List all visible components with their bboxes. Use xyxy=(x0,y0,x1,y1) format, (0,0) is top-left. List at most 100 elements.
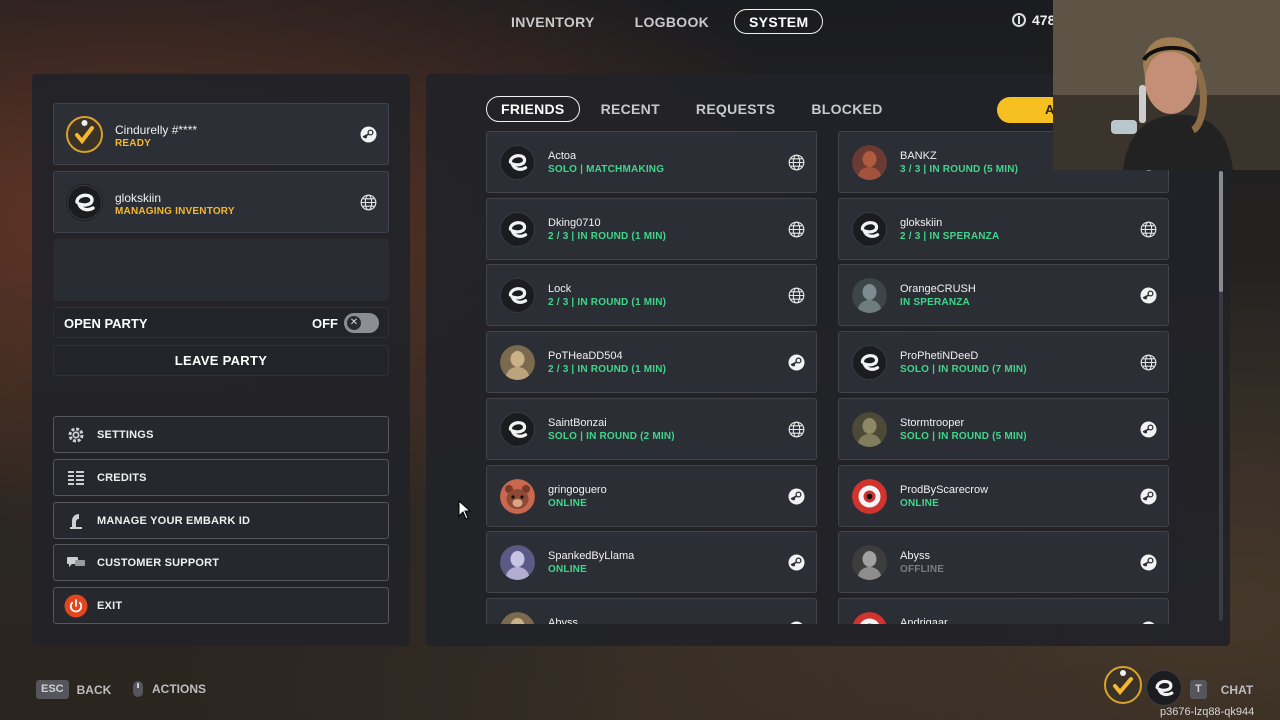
profile-photo-avatar xyxy=(852,411,887,447)
friend-name: PoTHeaDD504 xyxy=(548,350,623,363)
embark-logo-icon xyxy=(66,184,103,221)
tab-blocked[interactable]: BLOCKED xyxy=(796,96,897,122)
friends-list[interactable]: Actoa SOLO | MATCHMAKING BANKZ 3 / 3 | IN R… xyxy=(486,131,1176,624)
friend-name: Lock xyxy=(548,283,572,296)
member-status: READY xyxy=(115,138,152,149)
globe-icon xyxy=(1140,221,1157,238)
steam-icon xyxy=(1140,488,1157,504)
friend-status: OFFLINE xyxy=(900,564,945,576)
friend-name: Actoa xyxy=(548,150,577,162)
party-member-glokskiin[interactable]: glokskiin MANAGING INVENTORY xyxy=(53,171,389,233)
friends-tabs: FRIENDS RECENT REQUESTS BLOCKED xyxy=(486,96,898,122)
settings-button[interactable]: SETTINGS xyxy=(53,416,389,453)
friend-status: ONLINE xyxy=(900,497,939,509)
webcam-overlay xyxy=(1053,0,1280,170)
friend-name: Andrigaar xyxy=(900,616,948,624)
tab-logbook[interactable]: LOGBOOK xyxy=(620,9,724,34)
friend-card[interactable]: ProPhetiNDeeD SOLO | IN ROUND (7 MIN) xyxy=(838,331,1169,394)
bear-avatar-icon xyxy=(500,478,535,514)
t-key: T xyxy=(1190,680,1207,699)
friend-card[interactable]: Actoa SOLO | MATCHMAKING xyxy=(486,131,817,193)
self-avatar-bottom[interactable] xyxy=(1104,666,1142,704)
open-party-toggle[interactable]: ✕ xyxy=(344,313,379,333)
tab-recent[interactable]: RECENT xyxy=(586,96,675,122)
friend-card[interactable]: Lock 2 / 3 | IN ROUND (1 MIN) xyxy=(486,264,817,327)
profile-photo-avatar xyxy=(500,611,535,624)
friend-status: 3 / 3 | IN ROUND (5 MIN) xyxy=(900,164,1019,175)
friend-status: 2 / 3 | IN ROUND (1 MIN) xyxy=(548,230,667,242)
steam-icon xyxy=(1140,287,1157,304)
friend-name: ProdByScarecrow xyxy=(900,483,989,496)
friend-card[interactable]: glokskiin 2 / 3 | IN SPERANZA xyxy=(838,197,1169,260)
friend-card[interactable]: SaintBonzai SOLO | IN ROUND (2 MIN) xyxy=(486,397,817,460)
friend-card[interactable]: PoTHeaDD504 2 / 3 | IN ROUND (1 MIN) xyxy=(486,331,817,394)
steam-icon xyxy=(1140,421,1157,438)
friends-scrollbar[interactable] xyxy=(1219,171,1223,621)
friend-name: ProPhetiNDeeD xyxy=(900,350,979,363)
friend-card[interactable]: SpankedByLlama ONLINE xyxy=(486,531,817,594)
player-id: p3676-lzq88-qk944 xyxy=(1160,706,1255,718)
friend-card[interactable]: gringoguero ONLINE xyxy=(486,464,817,527)
friend-card[interactable]: Abyss xyxy=(486,597,817,624)
exit-label: EXIT xyxy=(97,600,123,612)
profile-photo-avatar xyxy=(852,545,887,581)
party-panel: Cindurelly #**** READY glokskiin MANAGIN… xyxy=(32,74,410,646)
leave-party-button[interactable]: LEAVE PARTY xyxy=(53,345,389,376)
friend-status: SOLO | IN ROUND (7 MIN) xyxy=(900,364,1027,376)
currency-value: 478 xyxy=(1032,12,1056,28)
power-icon xyxy=(64,594,88,618)
friend-card[interactable]: Dking0710 2 / 3 | IN ROUND (1 MIN) xyxy=(486,197,817,260)
close-icon: ✕ xyxy=(347,316,361,330)
party-member-avatar-bottom[interactable] xyxy=(1146,670,1182,706)
globe-icon xyxy=(788,421,805,438)
friend-card[interactable]: Abyss OFFLINE xyxy=(838,531,1169,594)
id-icon xyxy=(70,514,82,529)
member-status: MANAGING INVENTORY xyxy=(115,206,235,217)
steam-icon xyxy=(360,126,377,143)
embark-logo-icon xyxy=(852,345,887,381)
friend-name: BANKZ xyxy=(900,150,937,162)
globe-icon xyxy=(1140,354,1157,371)
back-hint[interactable]: ESC BACK xyxy=(36,680,111,699)
actions-label: ACTIONS xyxy=(152,682,206,696)
coin-icon xyxy=(1012,13,1026,27)
friend-card[interactable]: OrangeCRUSH IN SPERANZA xyxy=(838,264,1169,327)
friend-status: 2 / 3 | IN ROUND (1 MIN) xyxy=(548,364,667,376)
friend-status: SOLO | IN ROUND (2 MIN) xyxy=(548,430,675,442)
manage-embark-id-button[interactable]: MANAGE YOUR EMBARK ID xyxy=(53,502,389,539)
friend-card[interactable]: Stormtrooper SOLO | IN ROUND (5 MIN) xyxy=(838,397,1169,460)
chat-hint[interactable]: T CHAT xyxy=(1190,680,1253,699)
empty-party-slot[interactable] xyxy=(53,239,389,301)
customer-support-button[interactable]: CUSTOMER SUPPORT xyxy=(53,544,389,581)
streamer-silhouette-image xyxy=(1053,0,1280,170)
friend-status: 2 / 3 | IN SPERANZA xyxy=(900,230,1000,242)
back-label: BACK xyxy=(76,682,112,697)
globe-icon xyxy=(788,154,805,171)
friend-status: 2 / 3 | IN ROUND (1 MIN) xyxy=(548,297,667,309)
profile-photo-avatar xyxy=(852,278,887,314)
actions-hint[interactable]: ACTIONS xyxy=(132,680,206,698)
credits-label: CREDITS xyxy=(97,472,147,484)
manage-embark-id-label: MANAGE YOUR EMBARK ID xyxy=(97,515,251,527)
gear-icon xyxy=(68,427,84,443)
open-party-row: OPEN PARTY OFF ✕ xyxy=(53,307,389,338)
currency-display: 478 xyxy=(1012,12,1055,28)
embark-logo-icon xyxy=(500,278,535,314)
exit-button[interactable]: EXIT xyxy=(53,587,389,624)
checkmark-badge-icon xyxy=(1113,670,1133,696)
top-navigation: INVENTORY LOGBOOK SYSTEM xyxy=(496,9,824,34)
friend-card[interactable]: Andrigaar xyxy=(838,597,1169,624)
profile-photo-avatar xyxy=(500,545,535,581)
tab-friends[interactable]: FRIENDS xyxy=(486,96,580,122)
friend-card[interactable]: ProdByScarecrow ONLINE xyxy=(838,464,1169,527)
friend-name: SpankedByLlama xyxy=(548,550,635,563)
tab-system[interactable]: SYSTEM xyxy=(734,9,824,34)
credits-button[interactable]: CREDITS xyxy=(53,459,389,496)
party-member-self[interactable]: Cindurelly #**** READY xyxy=(53,103,389,165)
scrollbar-thumb[interactable] xyxy=(1219,171,1223,292)
tab-inventory[interactable]: INVENTORY xyxy=(496,9,610,34)
mouse-icon xyxy=(133,681,143,697)
tab-requests[interactable]: REQUESTS xyxy=(681,96,790,122)
steam-icon xyxy=(788,554,805,571)
embark-logo-icon xyxy=(1155,679,1174,697)
